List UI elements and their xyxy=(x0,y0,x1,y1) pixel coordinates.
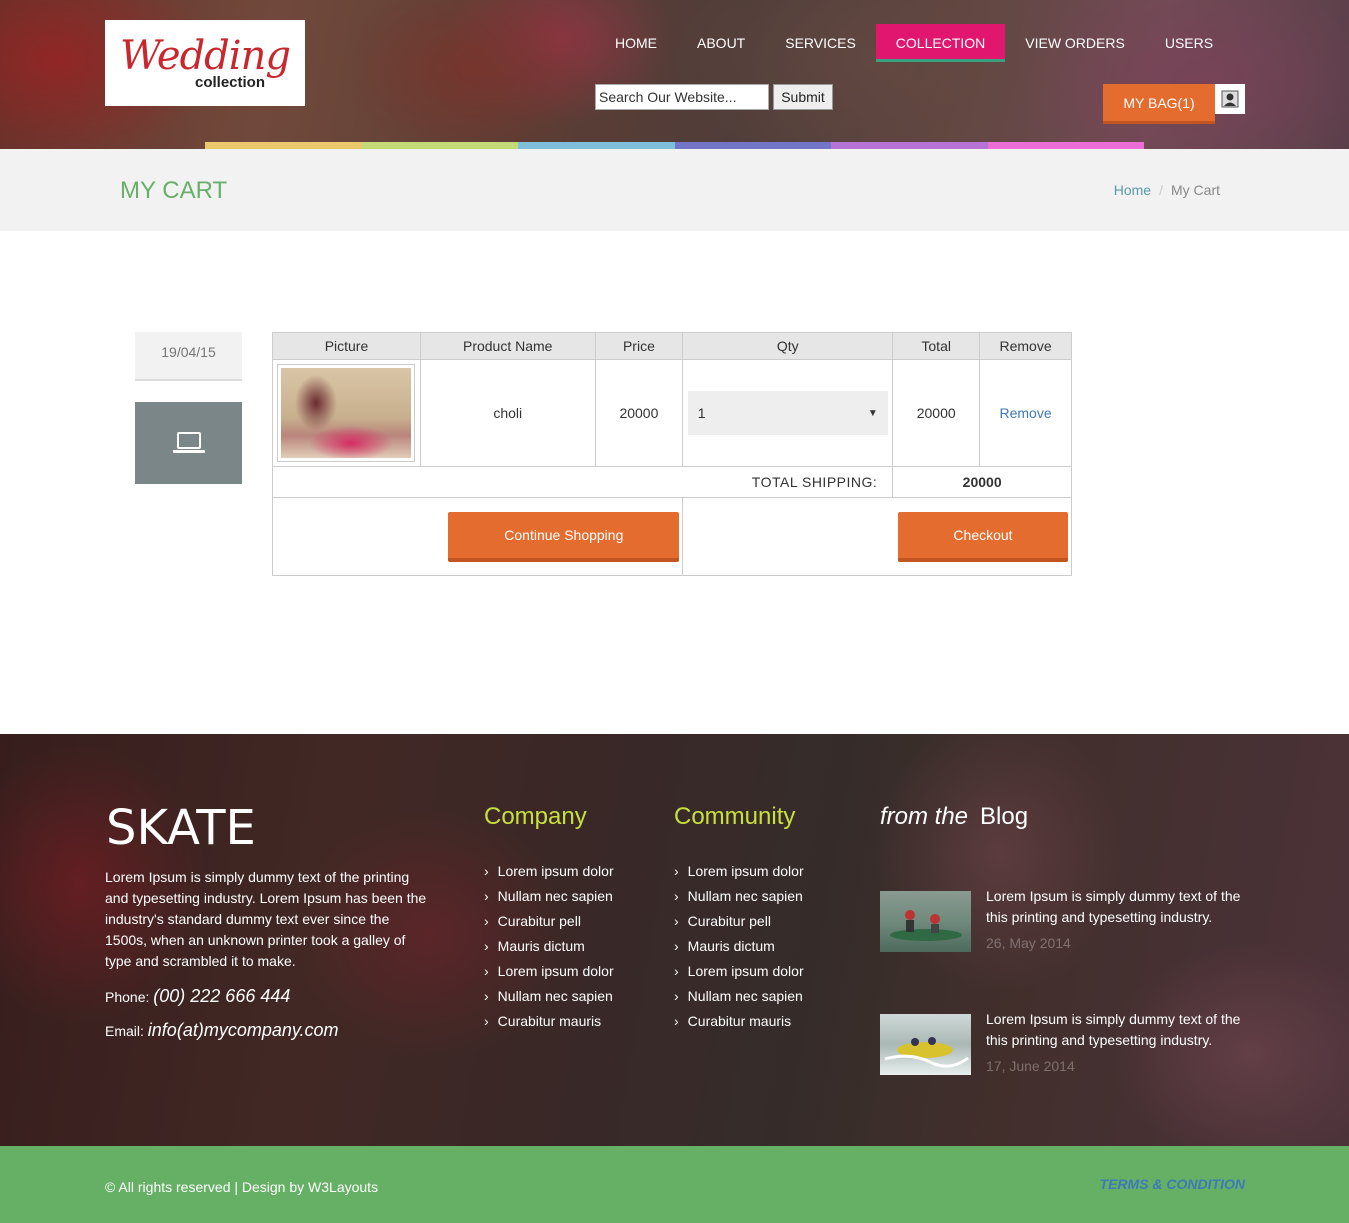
community-links: Lorem ipsum dolor Nullam nec sapien Cura… xyxy=(674,859,804,1034)
checkout-button[interactable]: Checkout xyxy=(898,511,1068,562)
cart-table: Picture Product Name Price Qty Total Rem… xyxy=(271,332,1072,576)
laptop-icon-box xyxy=(135,402,242,484)
laptop-icon xyxy=(172,432,205,453)
product-image xyxy=(281,368,412,458)
col-price: Price xyxy=(594,332,684,360)
rainbow-segment xyxy=(674,142,831,149)
copyright: © All rights reserved | Design by W3Layo… xyxy=(105,1179,379,1195)
blog-post-1-text[interactable]: Lorem Ipsum is simply dummy text of the … xyxy=(986,886,1251,928)
company-link[interactable]: Curabitur mauris xyxy=(484,1009,614,1034)
footer-phone: Phone: (00) 222 666 444 xyxy=(105,986,290,1007)
col-picture: Picture xyxy=(272,332,421,360)
community-title: Community xyxy=(674,803,796,830)
my-bag-button[interactable]: MY BAG(1) xyxy=(1103,84,1215,124)
community-link[interactable]: Lorem ipsum dolor xyxy=(674,859,804,884)
blog-title-main: Blog xyxy=(980,803,1029,830)
company-link[interactable]: Lorem ipsum dolor xyxy=(484,859,614,884)
checkout-cell: Checkout xyxy=(682,497,1072,576)
cart-item-row: choli 20000 1 ▼ 20000 Remove xyxy=(272,359,1072,467)
logo-script: Wedding xyxy=(120,32,291,79)
main-nav: HOME ABOUT SERVICES COLLECTION VIEW ORDE… xyxy=(595,24,1233,62)
remove-cell: Remove xyxy=(979,359,1072,467)
community-link[interactable]: Nullam nec sapien xyxy=(674,984,804,1009)
company-link[interactable]: Nullam nec sapien xyxy=(484,884,614,909)
nav-about[interactable]: ABOUT xyxy=(677,24,765,62)
footer-about-text: Lorem Ipsum is simply dummy text of the … xyxy=(105,869,427,969)
footer: SKATE Lorem Ipsum is simply dummy text o… xyxy=(0,734,1349,1146)
remove-link[interactable]: Remove xyxy=(999,405,1051,421)
logo-subtitle: collection xyxy=(194,73,265,91)
bottom-bar: © All rights reserved | Design by W3Layo… xyxy=(0,1146,1349,1223)
rainbow-segment xyxy=(987,142,1144,149)
community-link[interactable]: Lorem ipsum dolor xyxy=(674,959,804,984)
phone-number[interactable]: (00) 222 666 444 xyxy=(153,986,290,1006)
footer-brand: SKATE xyxy=(106,800,256,856)
qty-value: 1 xyxy=(697,405,706,421)
col-total: Total xyxy=(892,332,981,360)
community-link[interactable]: Curabitur mauris xyxy=(674,1009,804,1034)
product-price: 20000 xyxy=(594,359,684,467)
cart-header-row: Picture Product Name Price Qty Total Rem… xyxy=(272,332,1072,360)
company-title: Company xyxy=(484,803,587,830)
footer-email: Email: info(at)mycompany.com xyxy=(105,1020,339,1041)
col-remove: Remove xyxy=(979,332,1072,360)
nav-collection[interactable]: COLLECTION xyxy=(875,24,1006,62)
nav-view-orders[interactable]: VIEW ORDERS xyxy=(1005,24,1145,62)
company-link[interactable]: Nullam nec sapien xyxy=(484,984,614,1009)
nav-home[interactable]: HOME xyxy=(595,24,677,62)
email-label: Email: xyxy=(105,1023,144,1039)
terms-link[interactable]: TERMS & CONDITION xyxy=(1100,1176,1245,1192)
shipping-total: 20000 xyxy=(892,466,1072,498)
header: Wedding collection HOME ABOUT SERVICES C… xyxy=(0,0,1349,149)
blog-title-prefix: from the xyxy=(880,803,969,830)
qty-cell: 1 ▼ xyxy=(682,359,894,467)
rainbow-segment xyxy=(518,142,675,149)
rainbow-strip xyxy=(205,142,1144,149)
blog-post-2-text[interactable]: Lorem Ipsum is simply dummy text of the … xyxy=(986,1009,1251,1051)
rainbow-segment xyxy=(361,142,518,149)
community-link[interactable]: Curabitur pell xyxy=(674,909,804,934)
product-thumbnail[interactable] xyxy=(277,364,416,462)
col-product-name: Product Name xyxy=(419,332,596,360)
page-title: MY CART xyxy=(120,177,228,204)
logo[interactable]: Wedding collection xyxy=(105,20,305,106)
company-link[interactable]: Lorem ipsum dolor xyxy=(484,959,614,984)
breadcrumb-current: My Cart xyxy=(1171,182,1220,198)
cart-actions-row: Continue Shopping Checkout xyxy=(271,497,1072,576)
shipping-row: TOTAL SHIPPING: 20000 xyxy=(271,466,1072,498)
search-input[interactable] xyxy=(595,84,769,110)
breadcrumb-separator: / xyxy=(1159,182,1163,198)
dropdown-arrow-icon: ▼ xyxy=(867,407,878,419)
nav-services[interactable]: SERVICES xyxy=(765,24,876,62)
cart-date: 19/04/15 xyxy=(135,332,242,381)
company-link[interactable]: Mauris dictum xyxy=(484,934,614,959)
blog-post-2-date: 17, June 2014 xyxy=(986,1058,1075,1074)
continue-cell: Continue Shopping xyxy=(271,497,684,576)
shipping-label: TOTAL SHIPPING: xyxy=(271,466,894,498)
blog-title: from the Blog xyxy=(880,803,1028,831)
breadcrumb-home-link[interactable]: Home xyxy=(1114,182,1151,198)
company-links: Lorem ipsum dolor Nullam nec sapien Cura… xyxy=(484,859,614,1034)
email-address[interactable]: info(at)mycompany.com xyxy=(148,1020,339,1040)
blog-post-1-date: 26, May 2014 xyxy=(986,935,1071,951)
product-picture-cell xyxy=(272,359,421,467)
phone-label: Phone: xyxy=(105,989,150,1005)
product-name: choli xyxy=(419,359,596,467)
rainbow-segment xyxy=(205,142,362,149)
qty-select[interactable]: 1 ▼ xyxy=(687,391,888,435)
breadcrumb: Home / My Cart xyxy=(1114,182,1220,198)
continue-shopping-button[interactable]: Continue Shopping xyxy=(448,511,680,562)
community-link[interactable]: Mauris dictum xyxy=(674,934,804,959)
bag-user-icon[interactable] xyxy=(1215,84,1245,114)
product-total: 20000 xyxy=(892,359,981,467)
community-link[interactable]: Nullam nec sapien xyxy=(674,884,804,909)
blog-post-1-image[interactable] xyxy=(880,891,971,952)
rainbow-segment xyxy=(831,142,988,149)
col-qty: Qty xyxy=(682,332,894,360)
company-link[interactable]: Curabitur pell xyxy=(484,909,614,934)
search-submit-button[interactable]: Submit xyxy=(773,84,833,110)
nav-users[interactable]: USERS xyxy=(1145,24,1233,62)
blog-post-2-image[interactable] xyxy=(880,1014,971,1075)
page-title-bar: MY CART Home / My Cart xyxy=(0,149,1349,231)
